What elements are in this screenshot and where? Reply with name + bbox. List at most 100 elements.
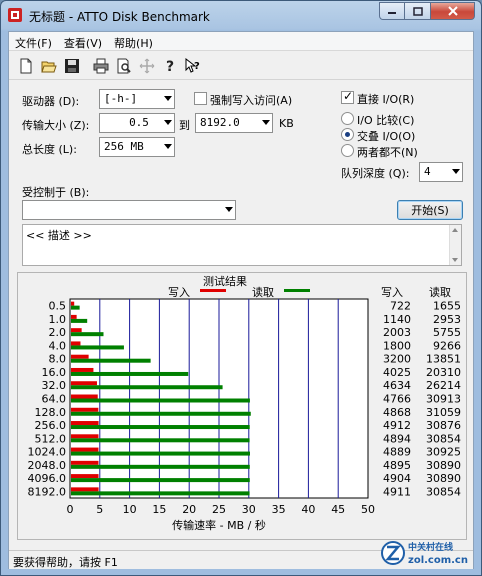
- chart-title: 测试结果: [203, 275, 247, 288]
- write-value-label: 4766: [383, 393, 411, 406]
- legend-read-swatch: [284, 289, 310, 292]
- write-value-label: 4025: [383, 366, 411, 379]
- description-textarea[interactable]: << 描述 >>: [22, 224, 462, 266]
- io-compare-radio[interactable]: [341, 112, 354, 125]
- minimize-icon: [388, 12, 396, 14]
- force-write-checkbox[interactable]: [194, 92, 207, 105]
- read-value-label: 31059: [426, 406, 461, 419]
- print-preview-icon: [117, 58, 131, 73]
- maximize-button[interactable]: [405, 2, 431, 20]
- save-button[interactable]: [61, 55, 83, 77]
- write-value-label: 4894: [383, 432, 411, 445]
- close-button[interactable]: [431, 2, 475, 20]
- read-value-label: 30876: [426, 419, 461, 432]
- menu-view[interactable]: 查看(V): [58, 32, 108, 50]
- new-button[interactable]: [15, 55, 37, 77]
- overlapped-io-radio[interactable]: [341, 128, 354, 141]
- write-bar: [71, 354, 89, 359]
- read-bar: [71, 332, 104, 337]
- chevron-down-icon: [164, 120, 172, 125]
- drive-value: [-h-]: [104, 92, 138, 105]
- write-value-label: 4912: [383, 419, 411, 432]
- transfer-from-select[interactable]: 0.5: [99, 113, 175, 133]
- x-tick-label: 50: [361, 503, 375, 516]
- drive-label: 驱动器 (D):: [22, 95, 80, 108]
- read-value-label: 1655: [433, 300, 461, 313]
- drive-select[interactable]: [-h-]: [99, 89, 175, 109]
- legend-read-label: 读取: [252, 285, 274, 299]
- kb-label: KB: [279, 117, 294, 130]
- menu-file[interactable]: 文件(F): [9, 32, 58, 50]
- queue-depth-select[interactable]: 4: [419, 162, 463, 182]
- y-tick-label: 8192.0: [28, 485, 67, 498]
- context-help-button[interactable]: ?: [182, 55, 204, 77]
- description-scrollbar[interactable]: [449, 225, 461, 265]
- minimize-button[interactable]: [379, 2, 405, 20]
- io-compare-label: I/O 比较(C): [357, 114, 415, 127]
- write-bar: [71, 460, 99, 465]
- read-bar: [71, 345, 124, 350]
- description-text: << 描述 >>: [26, 229, 92, 242]
- transfer-to-select[interactable]: 8192.0: [195, 113, 273, 133]
- write-bar: [71, 487, 99, 492]
- status-text: 要获得帮助，请按 F1: [13, 556, 118, 569]
- write-value-label: 4889: [383, 446, 411, 459]
- x-tick-label: 30: [242, 503, 256, 516]
- transfer-size-label: 传输大小 (Z):: [22, 119, 90, 132]
- x-tick-label: 45: [331, 503, 345, 516]
- print-button[interactable]: [90, 55, 112, 77]
- write-bar: [71, 367, 94, 372]
- legend-write-swatch: [200, 289, 226, 292]
- total-length-label: 总长度 (L):: [22, 143, 77, 156]
- move-icon: [139, 58, 155, 73]
- watermark-line1: 中关村在线: [408, 541, 453, 553]
- print-preview-button[interactable]: [113, 55, 135, 77]
- force-write-label: 强制写入访问(A): [210, 94, 293, 107]
- start-button[interactable]: 开始(S): [397, 200, 463, 220]
- zol-watermark: 中关村在线 zol.com.cn: [381, 541, 468, 566]
- read-value-label: 20310: [426, 366, 461, 379]
- write-value-label: 4895: [383, 459, 411, 472]
- chevron-down-icon: [164, 144, 172, 149]
- read-bar: [71, 371, 189, 376]
- write-bar: [71, 301, 75, 306]
- neither-radio[interactable]: [341, 144, 354, 157]
- y-tick-label: 128.0: [35, 406, 67, 419]
- read-bar: [71, 318, 88, 323]
- save-icon: [65, 58, 79, 73]
- read-value-label: 30854: [426, 432, 461, 445]
- y-tick-label: 256.0: [35, 419, 67, 432]
- controlled-by-select[interactable]: [22, 200, 236, 220]
- move-button[interactable]: [136, 55, 158, 77]
- y-tick-label: 2048.0: [28, 459, 67, 472]
- help-button[interactable]: ?: [159, 55, 181, 77]
- x-tick-label: 10: [123, 503, 137, 516]
- y-tick-label: 512.0: [35, 432, 67, 445]
- x-tick-label: 0: [67, 503, 74, 516]
- y-tick-label: 0.5: [49, 300, 67, 313]
- direct-io-checkbox[interactable]: [341, 89, 354, 104]
- total-length-select[interactable]: 256 MB: [99, 137, 175, 157]
- results-chart: 测试结果写入 读取 写入 读取 0 5 10 15 20 25 30 35 40 45 50 0.5 722 16…: [28, 275, 462, 532]
- app-window: 无标题 - ATTO Disk Benchmark 文件(F) 查看(V) 帮助…: [0, 0, 482, 576]
- queue-depth-value: 4: [424, 165, 431, 178]
- write-value-label: 2003: [383, 326, 411, 339]
- window-title: 无标题 - ATTO Disk Benchmark: [29, 10, 210, 24]
- open-icon: [41, 61, 57, 72]
- y-tick-label: 4096.0: [28, 472, 67, 485]
- read-bar: [71, 464, 250, 469]
- open-button[interactable]: [38, 55, 60, 77]
- chevron-down-icon: [452, 169, 460, 174]
- x-tick-label: 20: [182, 503, 196, 516]
- write-bar: [71, 474, 99, 479]
- title-bar[interactable]: 无标题 - ATTO Disk Benchmark: [1, 1, 481, 30]
- x-axis-label: 传输速率 - MB / 秒: [172, 518, 266, 532]
- write-value-label: 1800: [383, 339, 411, 352]
- app-icon: [8, 8, 22, 22]
- transfer-to-value: 8192.0: [200, 116, 240, 129]
- overlapped-io-label: 交叠 I/O(O): [357, 130, 416, 143]
- write-value-label: 4911: [383, 485, 411, 498]
- write-value-label: 4868: [383, 406, 411, 419]
- menu-help[interactable]: 帮助(H): [108, 32, 159, 50]
- legend-write-label: 写入: [168, 286, 190, 299]
